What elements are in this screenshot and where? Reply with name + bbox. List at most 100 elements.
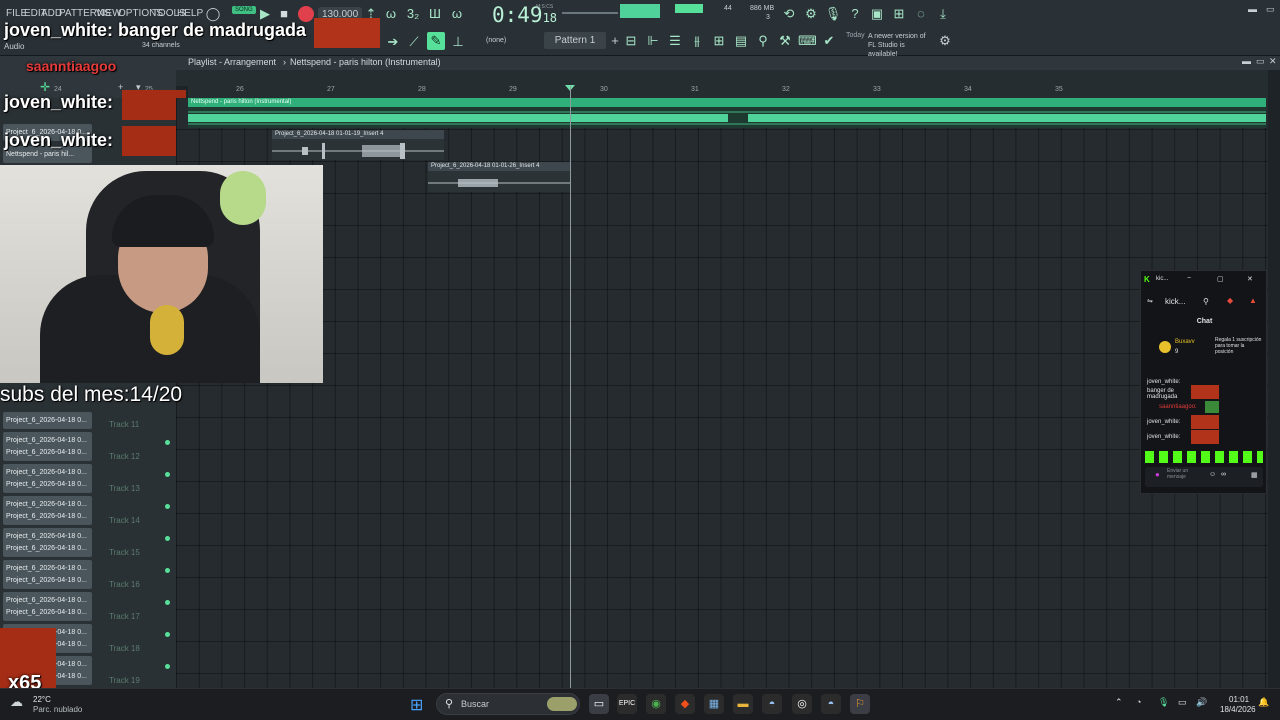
countdown-icon[interactable]: 3₂: [404, 5, 422, 23]
chat-maximize-icon[interactable]: ▢: [1217, 275, 1224, 283]
browser-icon[interactable]: ▤: [732, 32, 750, 50]
audio-clip-main[interactable]: Nettspend - paris hilton (Instrumental): [188, 98, 1266, 128]
minimize-icon[interactable]: ▬: [1248, 4, 1257, 14]
save-icon[interactable]: ▣: [868, 5, 886, 23]
chat-settings-icon[interactable]: ⇋: [1147, 297, 1153, 305]
track-enable-toggle[interactable]: [165, 472, 170, 477]
weather-desc[interactable]: Parc. nublado: [33, 705, 82, 714]
menu-help[interactable]: HELP: [177, 8, 203, 19]
song-mode-toggle[interactable]: SONG: [232, 6, 256, 14]
chat-url[interactable]: kick...: [1165, 297, 1185, 306]
track-label[interactable]: Project_6_2026-04-18 0...: [3, 540, 92, 557]
checkmark-icon[interactable]: ✔: [820, 32, 838, 50]
playlist-close-icon[interactable]: ✕: [1269, 56, 1277, 67]
track-enable-toggle[interactable]: [165, 632, 170, 637]
snap-selector[interactable]: (none): [486, 37, 506, 44]
track-enable-toggle[interactable]: [165, 440, 170, 445]
chrome-icon[interactable]: ◉: [646, 694, 666, 714]
mic-tray-icon[interactable]: 🎙: [1158, 697, 1169, 708]
chat-input[interactable]: ● Enviar un mensaje ☺ ∞ ▦: [1145, 467, 1263, 487]
notification-icon[interactable]: 🔔: [1258, 697, 1269, 708]
taskbar-date[interactable]: 18/4/2026: [1220, 705, 1256, 714]
track-label[interactable]: Project_6_2026-04-18 0...: [3, 572, 92, 589]
track-enable-toggle[interactable]: [165, 504, 170, 509]
fl-studio-icon[interactable]: ⚐: [850, 694, 870, 714]
taskbar-time[interactable]: 01:01: [1229, 695, 1249, 704]
touch-keyboard-icon[interactable]: ⌨: [798, 32, 817, 50]
track-name[interactable]: Track 19: [109, 676, 140, 685]
discord-tray-icon[interactable]: ◔: [1136, 697, 1141, 707]
playlist-maximize-icon[interactable]: ▭: [1256, 56, 1265, 67]
stamp-icon[interactable]: ⊥: [449, 33, 467, 51]
chat-msg-user[interactable]: joven_white:: [1147, 379, 1180, 385]
master-pitch-slider[interactable]: [562, 12, 618, 14]
microphone-icon[interactable]: 🎙: [824, 5, 842, 23]
brush-icon[interactable]: ⟋: [405, 33, 423, 51]
volume-icon[interactable]: 🔊: [1196, 697, 1207, 708]
news-message[interactable]: A newer version of FL Studio is availabl…: [868, 32, 932, 59]
timeline-ruler[interactable]: 242526272829303132333435: [54, 86, 1268, 98]
track-name[interactable]: Track 11: [109, 420, 139, 429]
track-label[interactable]: Project_6_2026-04-18 0...: [3, 476, 92, 493]
chat-tab[interactable]: Chat: [1141, 315, 1268, 329]
steam-icon-2[interactable]: ◓: [821, 694, 841, 714]
task-view-icon[interactable]: ▭: [589, 694, 609, 714]
piano-roll-icon[interactable]: ☰: [666, 32, 684, 50]
reset-icon[interactable]: ⟲: [780, 5, 798, 23]
chat-msg-user[interactable]: saanntiaagoo:: [1159, 404, 1197, 410]
wait-input-icon[interactable]: ω: [382, 5, 400, 23]
network-icon[interactable]: ▭: [1178, 697, 1187, 708]
steam-icon[interactable]: ◓: [762, 694, 782, 714]
taskbar-search[interactable]: ⚲ Buscar: [436, 693, 580, 715]
track-label[interactable]: Project_6_2026-04-18 0...: [3, 444, 92, 461]
emote-bar[interactable]: [1145, 451, 1263, 463]
obs-icon[interactable]: ◎: [792, 694, 812, 714]
weather-temp[interactable]: 22°C: [33, 695, 51, 704]
track-name[interactable]: Track 16: [109, 580, 140, 589]
track-name[interactable]: Track 14: [109, 516, 140, 525]
wrench-icon[interactable]: ⚒: [776, 32, 794, 50]
channel-rack-icon[interactable]: ⊞: [710, 32, 728, 50]
overview-strip[interactable]: [176, 70, 1268, 86]
track-enable-toggle[interactable]: [165, 568, 170, 573]
brave-shield-icon[interactable]: ◆: [1227, 296, 1233, 305]
mixer-window-icon[interactable]: ⫵: [688, 32, 706, 50]
track-enable-toggle[interactable]: [165, 664, 170, 669]
audio-clip-2[interactable]: Project_6_2026-04-18 01-01-19_Insert 4: [272, 130, 444, 160]
help-icon[interactable]: ?: [846, 5, 864, 23]
gift-user[interactable]: Buxavv: [1175, 339, 1195, 345]
chat-msg-user[interactable]: joven_white:: [1147, 419, 1180, 425]
track-label[interactable]: Project_6_2026-04-18 0...: [3, 604, 92, 621]
tray-chevron-icon[interactable]: ⌃: [1115, 697, 1123, 708]
track-label[interactable]: Project_6_2026-04-18 0...: [3, 412, 92, 429]
blend-notes-icon[interactable]: ω: [448, 5, 466, 23]
playlist-minimize-icon[interactable]: ▬: [1242, 56, 1251, 66]
emoji-icon[interactable]: ☺: [1209, 471, 1216, 478]
alert-icon[interactable]: ▲: [1249, 296, 1257, 305]
audio-clip-3[interactable]: Project_6_2026-04-18 01-01-26_Insert 4: [428, 162, 570, 192]
mixer-icon[interactable]: ⚙: [802, 5, 820, 23]
playlist-pattern-name[interactable]: Nettspend - paris hilton (Instrumental): [290, 57, 441, 67]
download-icon[interactable]: ⤓: [934, 5, 952, 23]
track-name[interactable]: Track 15: [109, 548, 140, 557]
track-label[interactable]: Project_6_2026-04-18 0...: [3, 508, 92, 525]
pencil-icon[interactable]: ✎: [427, 32, 445, 50]
track-name[interactable]: Track 13: [109, 484, 140, 493]
link-icon[interactable]: ∞: [1221, 471, 1226, 478]
file-explorer-icon[interactable]: ▬: [733, 694, 753, 714]
chat-msg-user[interactable]: joven_white:: [1147, 434, 1180, 440]
maximize-icon[interactable]: ▭: [1266, 4, 1275, 15]
update-icon[interactable]: ⚙: [936, 32, 954, 50]
windows-start-icon[interactable]: ⊞: [410, 695, 423, 715]
step-seq-icon[interactable]: ⊩: [644, 32, 662, 50]
playlist-grid[interactable]: [176, 98, 1268, 688]
arrow-right-icon[interactable]: ➔: [384, 33, 402, 51]
step-edit-icon[interactable]: Ш: [426, 5, 444, 23]
track-name[interactable]: Track 12: [109, 452, 140, 461]
brave-icon[interactable]: ◆: [675, 694, 695, 714]
plugin-picker-icon[interactable]: ⚲: [754, 32, 772, 50]
pattern-selector[interactable]: Pattern 1: [544, 32, 606, 49]
mic-icon[interactable]: ●: [1155, 470, 1160, 479]
chat-minimize-icon[interactable]: −: [1187, 275, 1191, 282]
send-icon[interactable]: ▦: [1251, 471, 1258, 479]
